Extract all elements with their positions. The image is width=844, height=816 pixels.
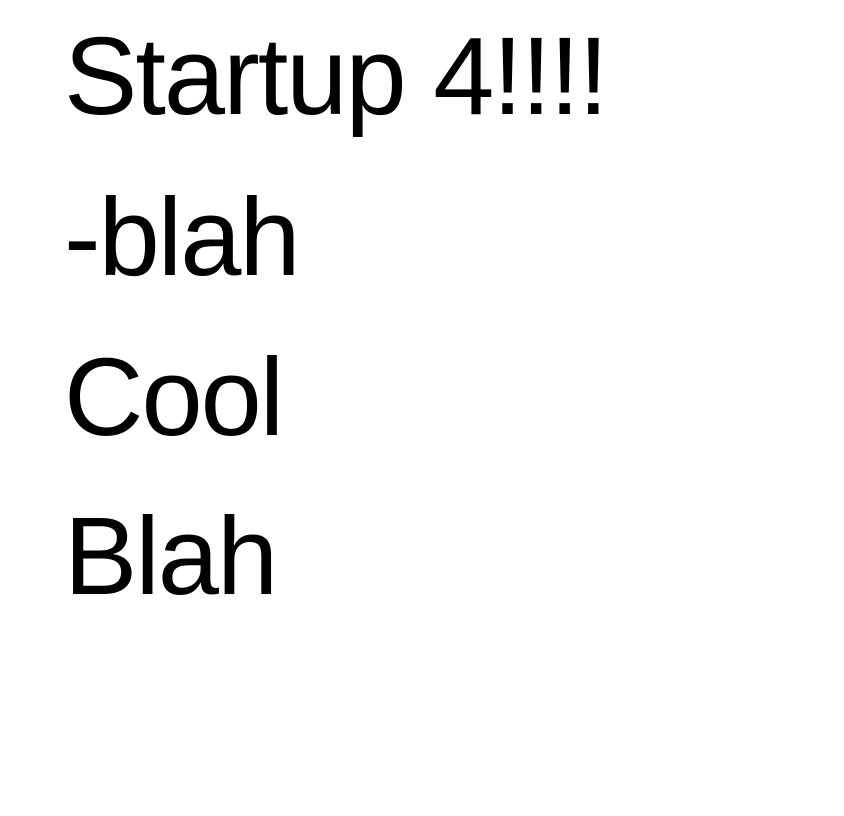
text-line-4: Blah [64,495,278,618]
text-line-3: Cool [64,336,284,459]
document-page: Startup 4!!!! -blah Cool Blah [0,0,844,816]
text-line-title: Startup 4!!!! [64,15,609,138]
text-line-2: -blah [64,176,301,299]
